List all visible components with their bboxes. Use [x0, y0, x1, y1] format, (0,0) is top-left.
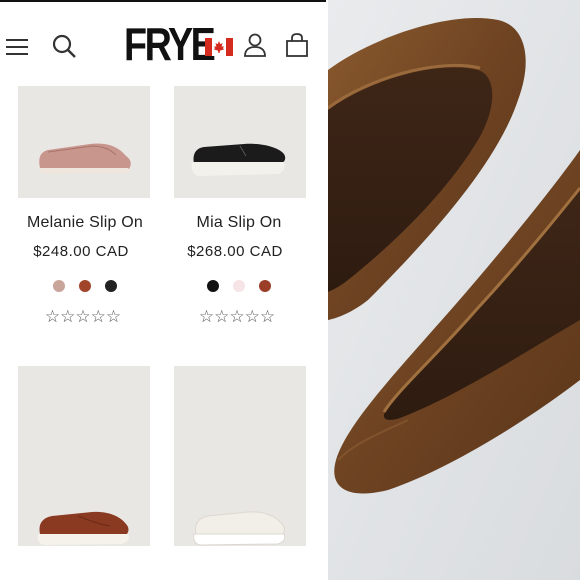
- product-name[interactable]: Melanie Slip On: [10, 214, 160, 232]
- color-swatches: [164, 280, 314, 292]
- swatch-redwood[interactable]: [259, 280, 271, 292]
- product-listing-screen: FRYE Melanie Slip On $248.00 CAD ☆☆☆☆☆ M…: [0, 0, 328, 580]
- swatch-white[interactable]: [233, 280, 245, 292]
- product-name[interactable]: Mia Slip On: [164, 214, 314, 232]
- swatch-black[interactable]: [105, 280, 117, 292]
- shopping-bag-icon[interactable]: [284, 32, 310, 58]
- search-icon[interactable]: [51, 33, 77, 59]
- rating-stars: ☆☆☆☆☆: [198, 307, 276, 327]
- rating-stars: ☆☆☆☆☆: [44, 307, 122, 327]
- brand-logo[interactable]: FRYE: [124, 16, 216, 72]
- color-swatches: [10, 280, 160, 292]
- product-image-4[interactable]: [174, 366, 306, 546]
- swatch-black[interactable]: [207, 280, 219, 292]
- swatch-blush[interactable]: [53, 280, 65, 292]
- leather-flats-illustration: [328, 0, 580, 580]
- hamburger-icon[interactable]: [6, 38, 28, 56]
- product-price: $268.00 CAD: [187, 243, 283, 260]
- product-image-3[interactable]: [18, 366, 150, 546]
- swatch-cognac[interactable]: [79, 280, 91, 292]
- account-icon[interactable]: [242, 32, 268, 58]
- site-header: FRYE: [0, 2, 328, 82]
- canada-flag-icon[interactable]: [205, 38, 233, 56]
- product-price: $248.00 CAD: [33, 243, 129, 260]
- product-image-melanie[interactable]: [18, 86, 150, 198]
- product-photo: [328, 0, 580, 580]
- product-image-mia[interactable]: [174, 86, 306, 198]
